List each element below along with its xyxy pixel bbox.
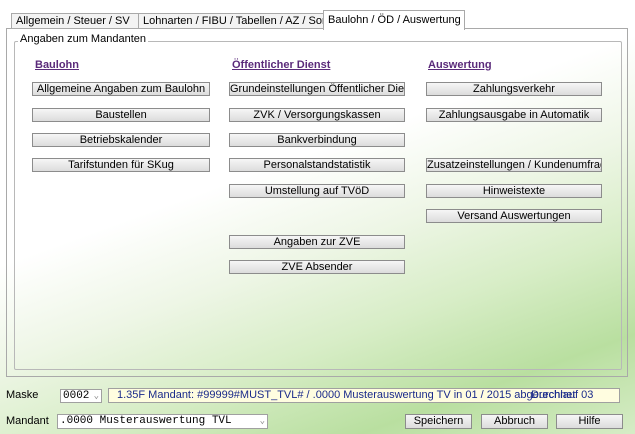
- button-versand-auswertungen[interactable]: Versand Auswertungen: [426, 209, 602, 223]
- maske-label: Maske: [6, 389, 39, 401]
- button-zvk-versorgungskassen[interactable]: ZVK / Versorgungskassen: [229, 108, 405, 122]
- tab-lohnarten[interactable]: Lohnarten / FIBU / Tabellen / AZ / Sonst…: [138, 13, 351, 29]
- button-grundeinstellungen-oed[interactable]: Grundeinstellungen Öffentlicher Dienst: [229, 82, 405, 96]
- button-personalstandstatistik[interactable]: Personalstandstatistik: [229, 158, 405, 172]
- mandant-value: .0000 Musterauswertung TVL: [60, 415, 232, 427]
- button-umstellung-tvoed[interactable]: Umstellung auf TVöD: [229, 184, 405, 198]
- heading-oeffentlicher-dienst: Öffentlicher Dienst: [232, 59, 331, 71]
- button-baustellen[interactable]: Baustellen: [32, 108, 210, 122]
- cancel-button[interactable]: Abbruch: [481, 414, 548, 429]
- group-title: Angaben zum Mandanten: [18, 33, 148, 45]
- mandant-label: Mandant: [6, 415, 49, 427]
- mandant-select[interactable]: .0000 Musterauswertung TVL ⌄: [57, 414, 268, 429]
- status-run: Durchlauf 03: [531, 389, 594, 401]
- button-zahlungsausgabe-automatik[interactable]: Zahlungsausgabe in Automatik: [426, 108, 602, 122]
- button-tarifstunden-skug[interactable]: Tarifstunden für SKug: [32, 158, 210, 172]
- chevron-down-icon: ⌄: [93, 391, 99, 401]
- save-button[interactable]: Speichern: [405, 414, 472, 429]
- button-zve-absender[interactable]: ZVE Absender: [229, 260, 405, 274]
- tab-baulohn-oed-auswertung[interactable]: Baulohn / ÖD / Auswertung: [323, 10, 465, 30]
- heading-baulohn: Baulohn: [35, 59, 79, 71]
- button-hinweistexte[interactable]: Hinweistexte: [426, 184, 602, 198]
- maske-value: 0002: [63, 390, 90, 402]
- heading-auswertung: Auswertung: [428, 59, 492, 71]
- help-button[interactable]: Hilfe: [556, 414, 623, 429]
- button-allgemeine-angaben-baulohn[interactable]: Allgemeine Angaben zum Baulohn: [32, 82, 210, 96]
- button-zahlungsverkehr[interactable]: Zahlungsverkehr: [426, 82, 602, 96]
- maske-select[interactable]: 0002 ⌄: [60, 389, 102, 403]
- chevron-down-icon: ⌄: [259, 416, 265, 426]
- status-text: 1.35F Mandant: #99999#MUST_TVL# / .0000 …: [117, 389, 576, 401]
- button-betriebskalender[interactable]: Betriebskalender: [32, 133, 210, 147]
- button-zusatzeinstellungen-kundenumfrage[interactable]: Zusatzeinstellungen / Kundenumfrage: [426, 158, 602, 172]
- status-bar: 1.35F Mandant: #99999#MUST_TVL# / .0000 …: [108, 388, 620, 403]
- tab-allgemein[interactable]: Allgemein / Steuer / SV: [11, 13, 140, 29]
- button-bankverbindung[interactable]: Bankverbindung: [229, 133, 405, 147]
- button-angaben-zve[interactable]: Angaben zur ZVE: [229, 235, 405, 249]
